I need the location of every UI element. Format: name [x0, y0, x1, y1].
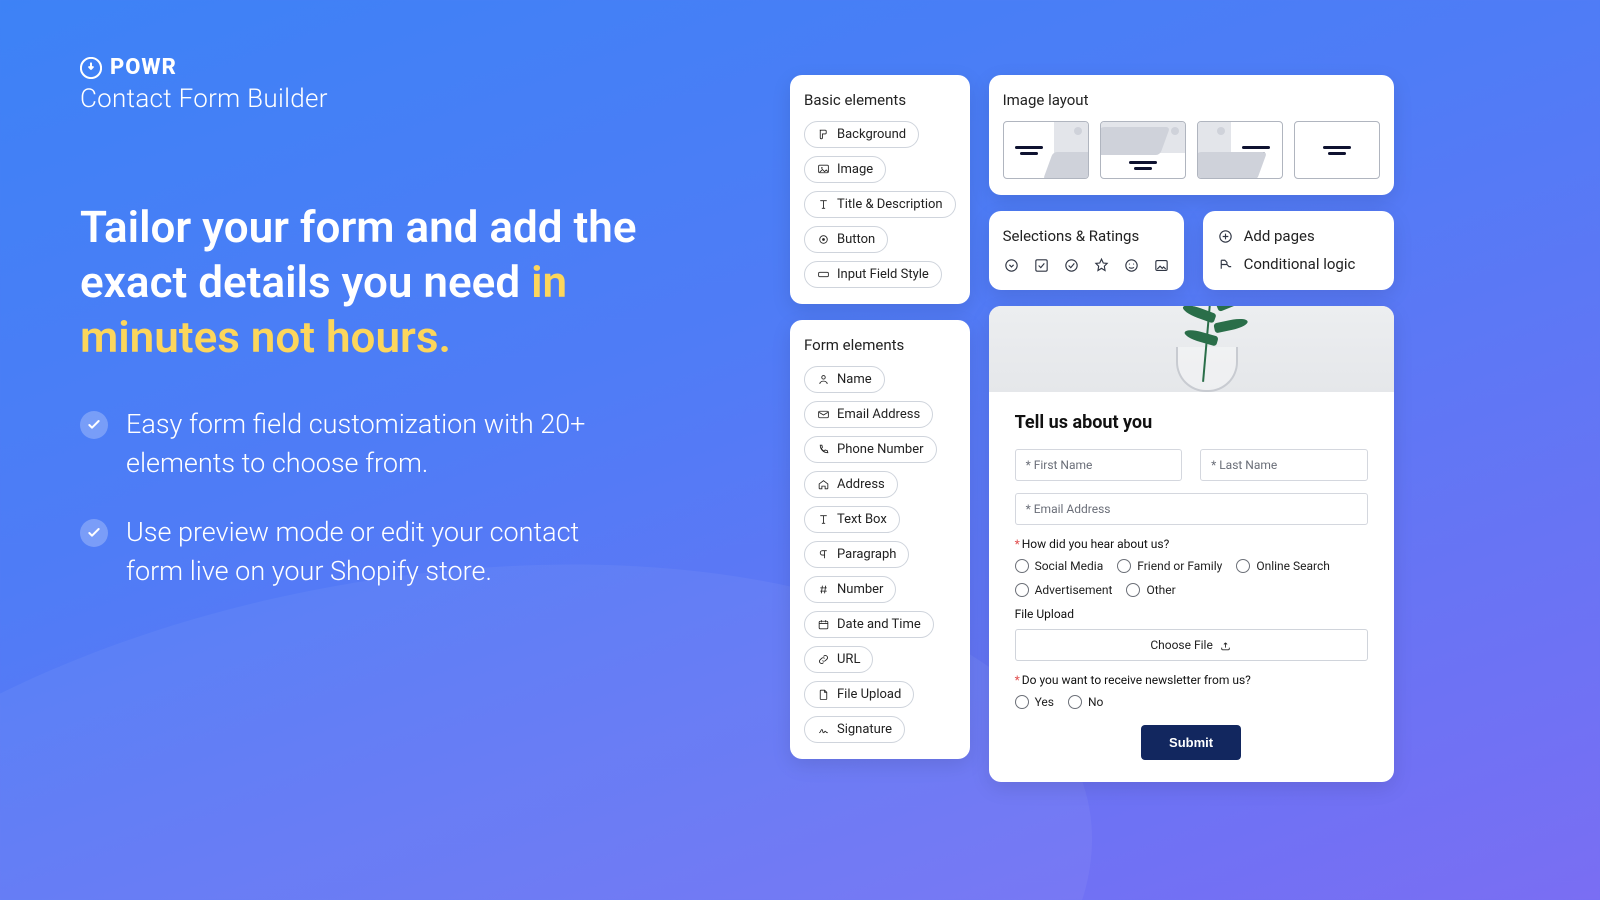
chip-number[interactable]: Number — [804, 576, 896, 603]
emoji-icon — [1123, 257, 1140, 274]
chip-paragraph[interactable]: Paragraph — [804, 541, 909, 568]
chip-name[interactable]: Name — [804, 366, 885, 393]
image-layout-card: Image layout — [989, 75, 1394, 195]
radio-icon — [1063, 257, 1080, 274]
question-1: *How did you hear about us? — [1015, 537, 1368, 551]
powr-logo-icon — [80, 57, 102, 79]
calendar-icon — [817, 618, 830, 631]
link-icon — [817, 653, 830, 666]
paint-icon — [817, 128, 830, 141]
radio-option[interactable]: Other — [1126, 583, 1175, 597]
upload-label: File Upload — [1015, 607, 1368, 621]
text-icon — [817, 198, 830, 211]
radio-option[interactable]: Yes — [1015, 695, 1054, 709]
email-field[interactable]: * Email Address — [1015, 493, 1368, 525]
form-hero-image — [989, 306, 1394, 392]
chip-upload[interactable]: File Upload — [804, 681, 914, 708]
add-pages-feature[interactable]: Add pages — [1217, 227, 1380, 245]
radio-option[interactable]: Friend or Family — [1117, 559, 1222, 573]
chip-input-style[interactable]: Input Field Style — [804, 261, 942, 288]
image-layout-title: Image layout — [1003, 91, 1380, 109]
chip-background[interactable]: Background — [804, 121, 919, 148]
bullet-item: Easy form field customization with 20+ e… — [80, 405, 640, 483]
bullet-list: Easy form field customization with 20+ e… — [80, 405, 640, 622]
checkbox-icon — [1033, 257, 1050, 274]
chip-signature[interactable]: Signature — [804, 716, 905, 743]
radio-option[interactable]: Advertisement — [1015, 583, 1113, 597]
panels: Basic elements Background Image Title & … — [790, 75, 1390, 782]
header: POWR Contact Form Builder — [80, 55, 328, 114]
text-icon — [817, 513, 830, 526]
product-subtitle: Contact Form Builder — [80, 84, 328, 114]
chip-address[interactable]: Address — [804, 471, 898, 498]
chip-title[interactable]: Title & Description — [804, 191, 956, 218]
layout-option-none[interactable] — [1294, 121, 1380, 179]
chip-url[interactable]: URL — [804, 646, 873, 673]
mail-icon — [817, 408, 830, 421]
chip-phone[interactable]: Phone Number — [804, 436, 937, 463]
features-card: Add pages Conditional logic — [1203, 211, 1394, 290]
radio-option[interactable]: Social Media — [1015, 559, 1104, 573]
form-title: Tell us about you — [1015, 412, 1368, 433]
check-icon — [80, 411, 108, 439]
home-icon — [817, 478, 830, 491]
last-name-field[interactable]: * Last Name — [1200, 449, 1368, 481]
chip-image[interactable]: Image — [804, 156, 886, 183]
hash-icon — [817, 583, 830, 596]
chip-email[interactable]: Email Address — [804, 401, 933, 428]
question-2-options: Yes No — [1015, 695, 1368, 709]
plus-circle-icon — [1217, 228, 1234, 245]
phone-icon — [817, 443, 830, 456]
user-icon — [817, 373, 830, 386]
chip-button[interactable]: Button — [804, 226, 888, 253]
radio-option[interactable]: No — [1068, 695, 1103, 709]
layout-option-left[interactable] — [1003, 121, 1089, 179]
submit-button[interactable]: Submit — [1141, 725, 1241, 760]
upload-icon — [1219, 639, 1232, 652]
button-icon — [817, 233, 830, 246]
brand-logo: POWR — [80, 55, 328, 80]
form-elements-card: Form elements Name Email Address Phone N… — [790, 320, 970, 759]
selections-title: Selections & Ratings — [1003, 227, 1170, 245]
chip-textbox[interactable]: Text Box — [804, 506, 900, 533]
check-icon — [80, 519, 108, 547]
headline: Tailor your form and add the exact detai… — [80, 200, 700, 365]
chip-date[interactable]: Date and Time — [804, 611, 934, 638]
branch-icon — [1217, 256, 1234, 273]
bullet-text: Use preview mode or edit your contact fo… — [126, 513, 640, 591]
brand-text: POWR — [110, 55, 177, 80]
question-1-options: Social Media Friend or Family Online Sea… — [1015, 559, 1368, 597]
star-icon — [1093, 257, 1110, 274]
dropdown-icon — [1003, 257, 1020, 274]
bullet-item: Use preview mode or edit your contact fo… — [80, 513, 640, 591]
file-icon — [817, 688, 830, 701]
form-preview: Tell us about you * First Name * Last Na… — [989, 306, 1394, 782]
selections-card: Selections & Ratings — [989, 211, 1184, 290]
choose-file-button[interactable]: Choose File — [1015, 629, 1368, 661]
paragraph-icon — [817, 548, 830, 561]
input-icon — [817, 268, 830, 281]
bullet-text: Easy form field customization with 20+ e… — [126, 405, 640, 483]
first-name-field[interactable]: * First Name — [1015, 449, 1183, 481]
layout-option-top[interactable] — [1100, 121, 1186, 179]
basic-elements-title: Basic elements — [804, 91, 956, 109]
radio-option[interactable]: Online Search — [1236, 559, 1330, 573]
picture-icon — [1153, 257, 1170, 274]
signature-icon — [817, 723, 830, 736]
basic-elements-card: Basic elements Background Image Title & … — [790, 75, 970, 304]
image-icon — [817, 163, 830, 176]
form-elements-title: Form elements — [804, 336, 956, 354]
question-2: *Do you want to receive newsletter from … — [1015, 673, 1368, 687]
layout-option-right[interactable] — [1197, 121, 1283, 179]
conditional-logic-feature[interactable]: Conditional logic — [1217, 255, 1380, 273]
